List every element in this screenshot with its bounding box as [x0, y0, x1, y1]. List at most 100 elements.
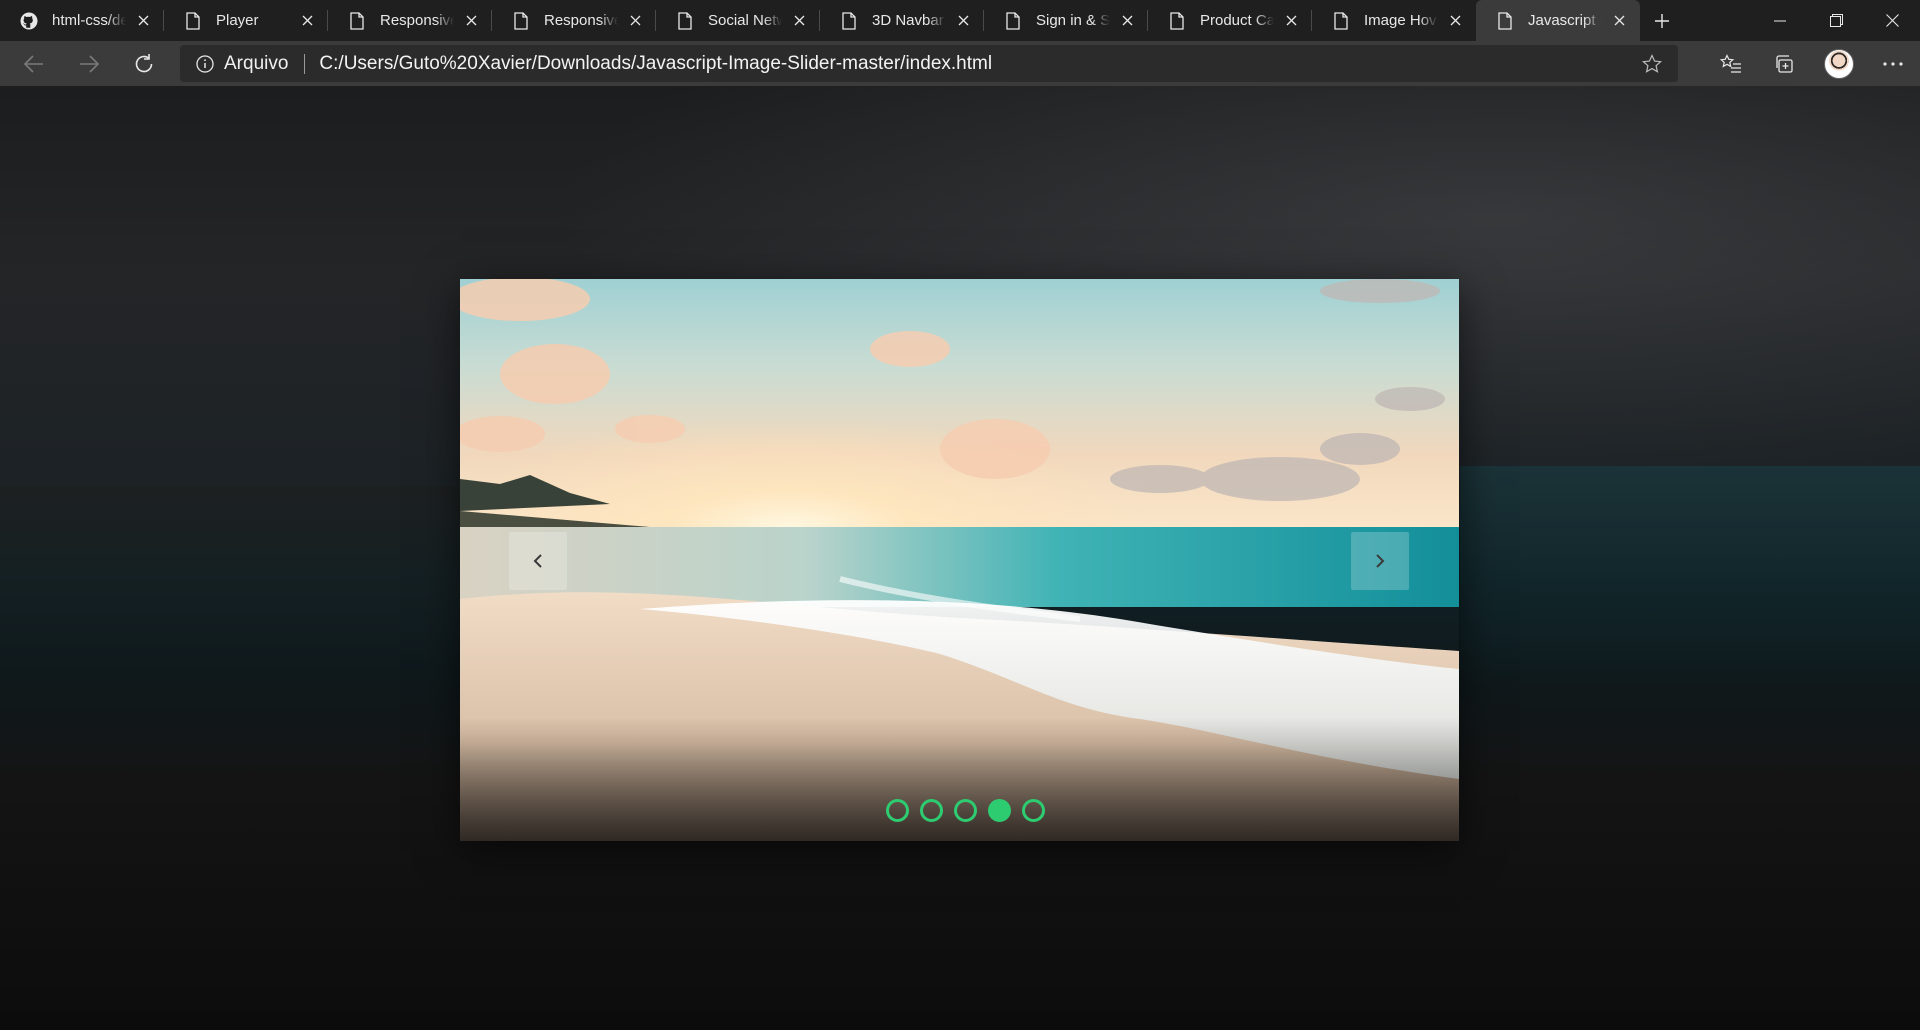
- site-info-label: Arquivo: [224, 52, 289, 74]
- close-icon: [466, 15, 476, 26]
- toolbar-actions: [1704, 41, 1920, 86]
- tab-close-button[interactable]: [296, 10, 318, 32]
- tab-close-button[interactable]: [624, 10, 646, 32]
- page-icon: [1004, 11, 1022, 30]
- tab-close-button[interactable]: [132, 10, 154, 32]
- favorites-list-icon: [1720, 53, 1741, 73]
- minimize-button[interactable]: [1752, 0, 1808, 41]
- page-icon: [512, 11, 530, 30]
- tab-title: Player: [216, 12, 259, 29]
- info-icon: [196, 54, 214, 73]
- minimize-icon: [1774, 20, 1786, 21]
- close-icon: [630, 15, 640, 26]
- forward-button[interactable]: [69, 46, 109, 82]
- slide-image-beach-sunset: [460, 279, 1459, 841]
- tab-close-button[interactable]: [1280, 10, 1302, 32]
- restore-icon: [1829, 14, 1843, 27]
- tab-close-button[interactable]: [460, 10, 482, 32]
- page-icon: [1332, 11, 1350, 30]
- page-icon: [1496, 11, 1514, 30]
- tab-close-button[interactable]: [788, 10, 810, 32]
- restore-button[interactable]: [1808, 0, 1864, 41]
- close-window-button[interactable]: [1864, 0, 1920, 41]
- tab-0[interactable]: html-css/de: [0, 0, 164, 41]
- tab-9[interactable]: Javascript In: [1476, 0, 1640, 41]
- page-icon: [348, 11, 366, 30]
- chevron-left-icon: [533, 554, 542, 568]
- image-slider: [460, 279, 1459, 841]
- site-info-button[interactable]: Arquivo: [196, 53, 288, 75]
- page-icon: [840, 11, 858, 30]
- previous-slide-button[interactable]: [509, 532, 567, 590]
- close-icon: [138, 15, 148, 26]
- slide-indicator-5[interactable]: [1022, 799, 1045, 822]
- background-shore: [0, 486, 460, 666]
- tab-title: Sign in & Si: [1036, 12, 1110, 29]
- tab-title: Product Car: [1200, 12, 1274, 29]
- back-button[interactable]: [14, 46, 54, 82]
- tab-4[interactable]: Social Netw: [656, 0, 820, 41]
- tab-3[interactable]: Responsive I: [492, 0, 656, 41]
- close-icon: [1885, 14, 1899, 27]
- slide-indicator-2[interactable]: [920, 799, 943, 822]
- chevron-right-icon: [1376, 554, 1385, 568]
- tab-2[interactable]: Responsive I: [328, 0, 492, 41]
- slide-indicator-3[interactable]: [954, 799, 977, 822]
- tab-title: Javascript In: [1528, 12, 1602, 29]
- favorites-button[interactable]: [1704, 41, 1758, 86]
- collections-button[interactable]: [1758, 41, 1812, 86]
- tab-list: html-css/de Player Responsive I Responsive …: [0, 0, 1640, 41]
- arrow-right-icon: [80, 54, 99, 73]
- tab-close-button[interactable]: [1116, 10, 1138, 32]
- tab-close-button[interactable]: [1608, 10, 1630, 32]
- settings-more-button[interactable]: [1866, 41, 1920, 86]
- github-icon: [20, 12, 38, 30]
- slide-indicators: [460, 799, 1459, 822]
- close-icon: [1286, 15, 1296, 26]
- tab-6[interactable]: Sign in & Si: [984, 0, 1148, 41]
- background-sea: [1460, 466, 1920, 686]
- tab-title: Responsive I: [544, 12, 618, 29]
- page-icon: [1168, 11, 1186, 30]
- tab-close-button[interactable]: [952, 10, 974, 32]
- close-icon: [1614, 15, 1624, 26]
- tab-title: Image Hove: [1364, 12, 1438, 29]
- avatar: [1824, 48, 1854, 79]
- reload-button[interactable]: [124, 46, 164, 82]
- tab-title: html-css/de: [52, 12, 126, 29]
- page-icon: [676, 11, 694, 30]
- profile-button[interactable]: [1812, 41, 1866, 86]
- slide-indicator-4[interactable]: [988, 799, 1011, 822]
- url-text[interactable]: C:/Users/Guto%20Xavier/Downloads/Javascr…: [319, 53, 992, 75]
- close-icon: [1450, 15, 1460, 26]
- arrow-left-icon: [24, 54, 43, 73]
- tab-close-button[interactable]: [1444, 10, 1466, 32]
- tab-1[interactable]: Player: [164, 0, 328, 41]
- page-viewport: [0, 86, 1920, 1030]
- star-icon: [1642, 54, 1662, 73]
- collections-icon: [1776, 54, 1793, 73]
- window-controls: [1752, 0, 1920, 41]
- tab-title: Responsive I: [380, 12, 454, 29]
- tab-title: Social Netw: [708, 12, 782, 29]
- close-icon: [794, 15, 804, 26]
- tab-strip: html-css/de Player Responsive I Responsive …: [0, 0, 1920, 41]
- favorite-button[interactable]: [1640, 52, 1664, 76]
- tab-8[interactable]: Image Hove: [1312, 0, 1476, 41]
- next-slide-button[interactable]: [1351, 532, 1409, 590]
- tab-7[interactable]: Product Car: [1148, 0, 1312, 41]
- tab-5[interactable]: 3D Navbar A: [820, 0, 984, 41]
- close-icon: [302, 15, 312, 26]
- browser-toolbar: Arquivo C:/Users/Guto%20Xavier/Downloads…: [0, 41, 1920, 86]
- close-icon: [958, 15, 968, 26]
- slide-indicator-1[interactable]: [886, 799, 909, 822]
- new-tab-button[interactable]: [1640, 0, 1684, 41]
- more-horizontal-icon: [1883, 61, 1903, 66]
- plus-icon: [1655, 13, 1669, 28]
- page-icon: [184, 11, 202, 30]
- refresh-icon: [135, 53, 153, 72]
- close-icon: [1122, 15, 1132, 26]
- address-bar[interactable]: Arquivo C:/Users/Guto%20Xavier/Downloads…: [180, 45, 1678, 82]
- address-separator: [304, 53, 306, 74]
- tab-title: 3D Navbar A: [872, 12, 946, 29]
